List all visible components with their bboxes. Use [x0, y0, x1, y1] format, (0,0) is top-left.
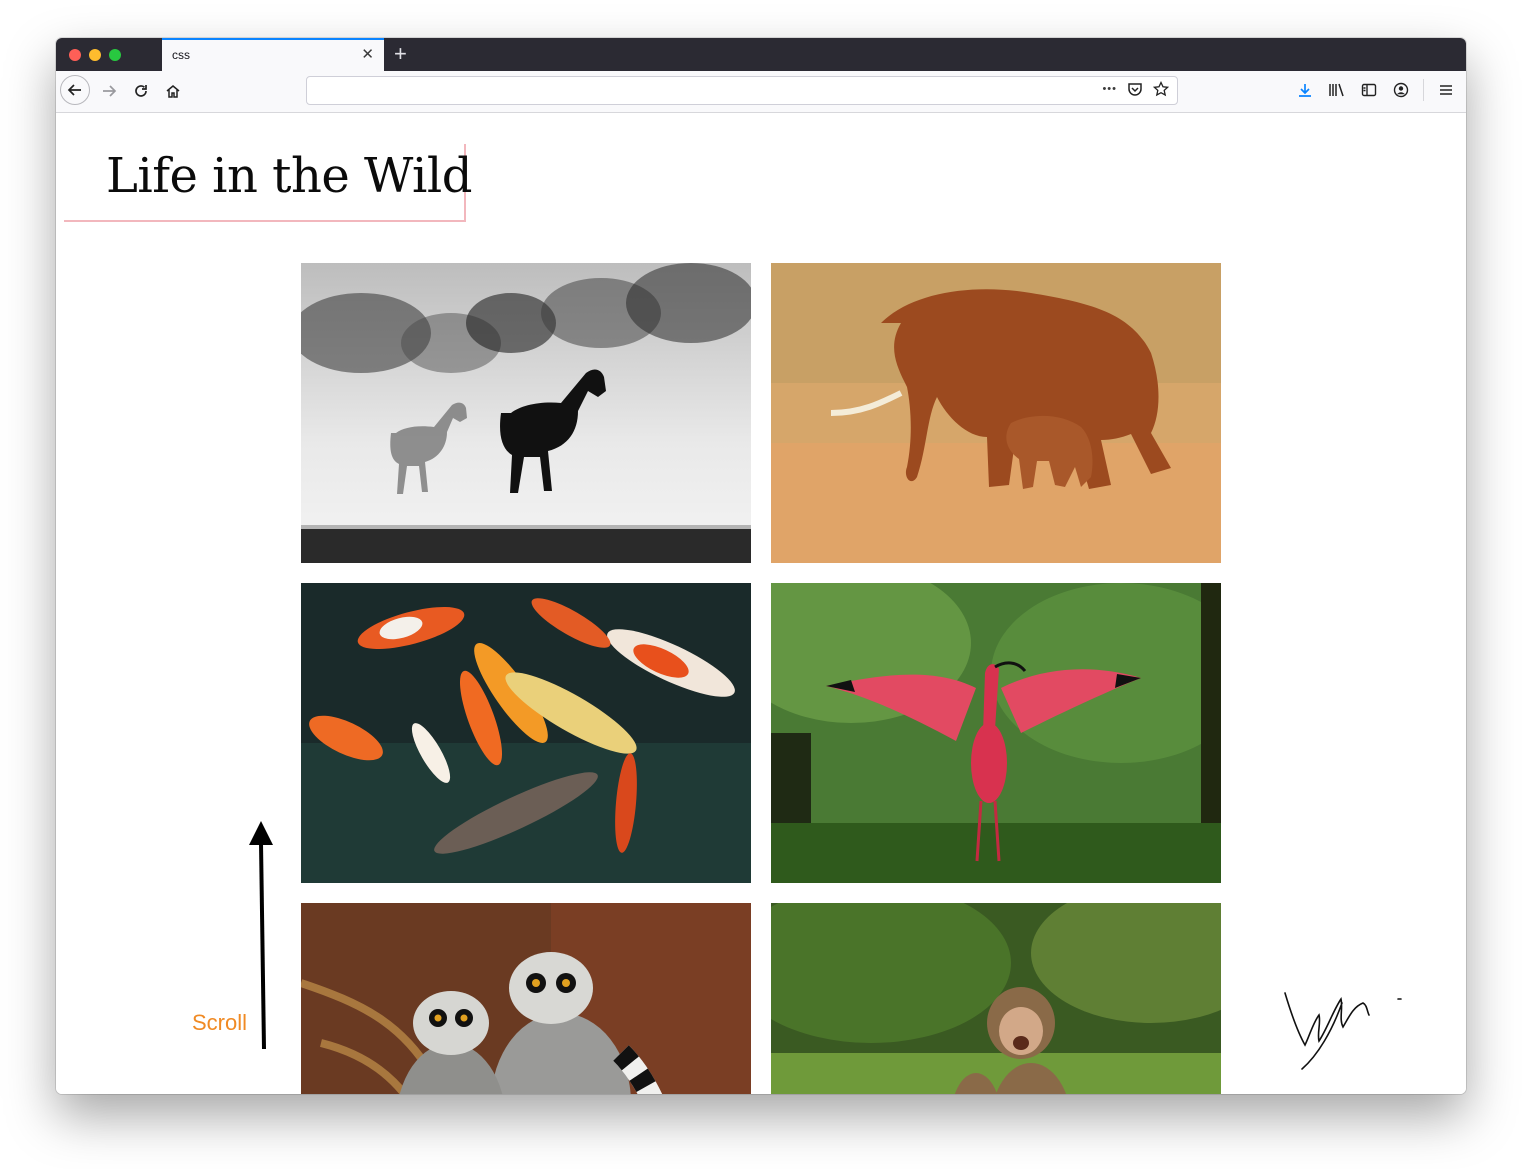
sidebar-icon[interactable] [1359, 80, 1379, 100]
tab-css[interactable]: css ✕ [162, 38, 384, 71]
home-button[interactable] [158, 76, 188, 106]
minimize-window-button[interactable] [89, 49, 101, 61]
horses-image [301, 263, 751, 563]
tab-bar: css ✕ + [56, 38, 1466, 71]
new-tab-button[interactable]: + [394, 42, 407, 66]
arrow-right-icon [103, 85, 117, 97]
close-window-button[interactable] [69, 49, 81, 61]
browser-window: css ✕ + ••• Life in the Wild Scroll [56, 38, 1466, 1094]
arrow-left-icon [67, 84, 81, 96]
account-icon[interactable] [1391, 80, 1411, 100]
tab-close-icon[interactable]: ✕ [361, 46, 374, 64]
bookmark-star-icon[interactable] [1153, 81, 1169, 97]
page-actions-icon[interactable]: ••• [1102, 83, 1117, 95]
lemurs-image [301, 903, 751, 1094]
page-title: Life in the Wild [106, 148, 472, 204]
scroll-arrow-icon [249, 821, 273, 1050]
nav-toolbar: ••• [56, 71, 1466, 113]
title-box: Life in the Wild [64, 144, 472, 222]
home-icon [166, 85, 180, 98]
scroll-label: Scroll [192, 1010, 248, 1035]
download-icon[interactable] [1295, 80, 1315, 100]
url-bar[interactable]: ••• [306, 76, 1178, 105]
pocket-icon[interactable] [1127, 81, 1143, 97]
gallery-image-monkey[interactable] [771, 903, 1221, 1094]
zoom-window-button[interactable] [109, 49, 121, 61]
reload-button[interactable] [126, 76, 156, 106]
page-content: Life in the Wild Scroll [56, 113, 1466, 1094]
signature-image [1284, 992, 1402, 1070]
gallery-image-lemurs[interactable] [301, 903, 751, 1094]
forward-button[interactable] [94, 76, 124, 106]
reload-icon [135, 85, 147, 97]
koi-image [301, 583, 751, 883]
library-icon[interactable] [1327, 80, 1347, 100]
back-button[interactable] [60, 75, 90, 105]
gallery-image-horses[interactable] [301, 263, 751, 563]
ibis-image [771, 583, 1221, 883]
elephants-image [771, 263, 1221, 563]
gallery-image-elephants[interactable] [771, 263, 1221, 563]
menu-icon[interactable] [1436, 80, 1456, 100]
gallery-image-koi[interactable] [301, 583, 751, 883]
monkey-image [771, 903, 1221, 1094]
gallery-image-ibis[interactable] [771, 583, 1221, 883]
tab-title: css [172, 48, 190, 62]
toolbar-separator [1423, 79, 1424, 101]
